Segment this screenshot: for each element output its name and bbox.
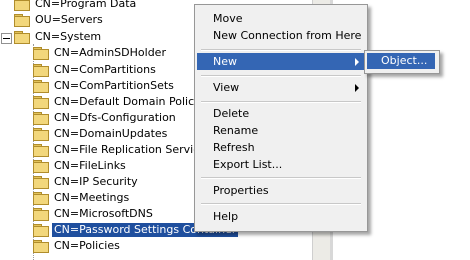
menu-item-label: Export List... <box>213 158 283 171</box>
folder-icon <box>33 224 49 237</box>
submenu-item-object[interactable]: Object... <box>367 53 435 69</box>
folder-icon <box>14 31 30 44</box>
menu-item-refresh[interactable]: Refresh <box>197 139 365 156</box>
menu-item-help[interactable]: Help <box>197 208 365 225</box>
menu-item-move[interactable]: Move <box>197 10 365 27</box>
tree-item-label: CN=Dfs-Configuration <box>54 111 176 124</box>
context-menu: Move New Connection from Here New View D… <box>194 4 368 232</box>
menu-separator <box>201 49 361 51</box>
tree-item-label: CN=ComPartitions <box>54 63 156 76</box>
menu-item-label: Refresh <box>213 141 255 154</box>
folder-icon <box>33 96 49 109</box>
folder-icon <box>33 64 49 77</box>
tree-item-label: CN=MicrosoftDNS <box>54 207 153 220</box>
tree-item-ip-security[interactable]: CN=IP Security <box>33 174 140 190</box>
tree-item-label: CN=AdminSDHolder <box>54 46 166 59</box>
folder-icon <box>33 112 49 125</box>
menu-item-rename[interactable]: Rename <box>197 122 365 139</box>
folder-icon <box>33 128 49 141</box>
tree-item-servers[interactable]: OU=Servers <box>14 12 105 28</box>
folder-icon <box>33 144 49 157</box>
tree-item-compartitions[interactable]: CN=ComPartitions <box>33 62 158 78</box>
tree-item-meetings[interactable]: CN=Meetings <box>33 190 131 206</box>
folder-icon <box>33 160 49 173</box>
tree-item-label: OU=Servers <box>35 13 103 26</box>
menu-separator <box>201 203 361 205</box>
menu-item-export-list[interactable]: Export List... <box>197 156 365 173</box>
folder-icon <box>33 176 49 189</box>
menu-item-label: View <box>213 81 240 94</box>
tree-item-label: CN=File Replication Service <box>54 143 207 156</box>
submenu-arrow-icon <box>355 58 359 66</box>
tree-item-label: CN=DomainUpdates <box>54 127 168 140</box>
menu-item-label: Rename <box>213 124 259 137</box>
tree-item-policies[interactable]: CN=Policies <box>33 238 122 254</box>
folder-icon <box>33 192 49 205</box>
tree-item-label: CN=Default Domain Policy <box>54 95 201 108</box>
tree-item-compartitionsets[interactable]: CN=ComPartitionSets <box>33 78 176 94</box>
menu-item-properties[interactable]: Properties <box>197 182 365 199</box>
tree-item-label: CN=IP Security <box>54 175 138 188</box>
menu-separator <box>201 177 361 179</box>
tree-item-label: CN=Meetings <box>54 191 130 204</box>
folder-icon <box>33 208 49 221</box>
tree-item-domainupdates[interactable]: CN=DomainUpdates <box>33 126 169 142</box>
tree-item-microsoftdns[interactable]: CN=MicrosoftDNS <box>33 206 155 222</box>
tree-item-dfs-configuration[interactable]: CN=Dfs-Configuration <box>33 110 178 126</box>
tree-item-label: CN=Policies <box>54 239 120 252</box>
menu-item-new[interactable]: New <box>197 53 365 70</box>
tree-item-label: CN=Program Data <box>35 0 137 10</box>
tree-item-label: CN=System <box>35 30 102 43</box>
tree-item-system[interactable]: CN=System <box>14 29 103 45</box>
menu-item-label: New <box>213 55 237 68</box>
menu-separator <box>201 75 361 77</box>
tree-item-adminsdholder[interactable]: CN=AdminSDHolder <box>33 45 168 61</box>
tree-item-filelinks[interactable]: CN=FileLinks <box>33 158 128 174</box>
menu-item-label: Move <box>213 12 243 25</box>
tree-item-default-domain-policy[interactable]: CN=Default Domain Policy <box>33 94 203 110</box>
collapse-toggle-icon[interactable] <box>1 33 12 44</box>
folder-icon <box>33 80 49 93</box>
tree-item-program-data[interactable]: CN=Program Data <box>14 0 138 12</box>
folder-icon <box>14 14 30 27</box>
submenu-arrow-icon <box>355 84 359 92</box>
menu-item-label: New Connection from Here <box>213 29 362 42</box>
menu-item-label: Help <box>213 210 239 223</box>
menu-item-new-connection[interactable]: New Connection from Here <box>197 27 365 44</box>
submenu-item-label: Object... <box>381 54 428 67</box>
folder-icon <box>33 240 49 253</box>
tree-item-label: CN=FileLinks <box>54 159 126 172</box>
menu-item-view[interactable]: View <box>197 79 365 96</box>
menu-item-label: Delete <box>213 107 250 120</box>
menu-separator <box>201 101 361 103</box>
menu-item-label: Properties <box>213 184 269 197</box>
folder-icon <box>33 47 49 60</box>
new-submenu: Object... <box>364 50 440 74</box>
tree-item-label: CN=ComPartitionSets <box>54 79 174 92</box>
menu-item-delete[interactable]: Delete <box>197 105 365 122</box>
folder-icon <box>14 0 30 11</box>
tree-item-file-replication-service[interactable]: CN=File Replication Service <box>33 142 208 158</box>
